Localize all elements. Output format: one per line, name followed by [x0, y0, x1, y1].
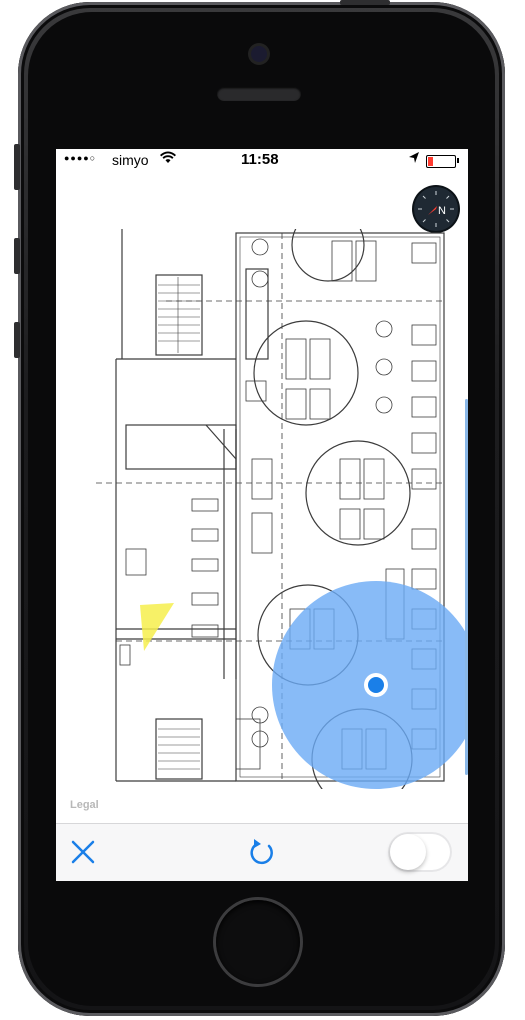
close-button[interactable] [68, 837, 98, 867]
location-arrow-icon [408, 151, 420, 168]
user-location-dot [368, 677, 384, 693]
refresh-button[interactable] [246, 836, 278, 868]
bottom-toolbar [56, 823, 468, 881]
location-tracking-toggle[interactable] [388, 832, 452, 872]
wifi-icon [160, 151, 176, 168]
status-time: 11:58 [241, 151, 279, 168]
mute-switch [14, 144, 20, 190]
home-button[interactable] [216, 900, 300, 984]
status-bar: ●●●●○ simyo 11:58 [56, 149, 468, 171]
floor-plan-drawing [96, 229, 468, 789]
compass-button[interactable]: N [414, 187, 458, 231]
refresh-icon [250, 839, 273, 865]
battery-tip [457, 158, 459, 163]
battery-fill [428, 157, 433, 166]
screen: ●●●●○ simyo 11:58 N Legal [56, 149, 468, 881]
signal-strength-icon: ●●●●○ [64, 153, 97, 163]
legal-link[interactable]: Legal [70, 799, 99, 811]
map-scrollbar[interactable] [465, 399, 468, 775]
close-icon [71, 840, 95, 864]
compass-north-label: N [438, 205, 446, 217]
compass-icon: N [418, 191, 454, 227]
volume-down-button [14, 322, 20, 358]
power-button [340, 0, 390, 5]
earpiece-speaker [217, 87, 301, 101]
floor-plan-map[interactable] [96, 229, 468, 789]
battery-icon [426, 155, 456, 168]
volume-up-button [14, 238, 20, 274]
toggle-knob[interactable] [390, 834, 426, 870]
heading-cone [140, 603, 174, 651]
front-camera [251, 46, 267, 62]
carrier-name: simyo [112, 152, 149, 168]
